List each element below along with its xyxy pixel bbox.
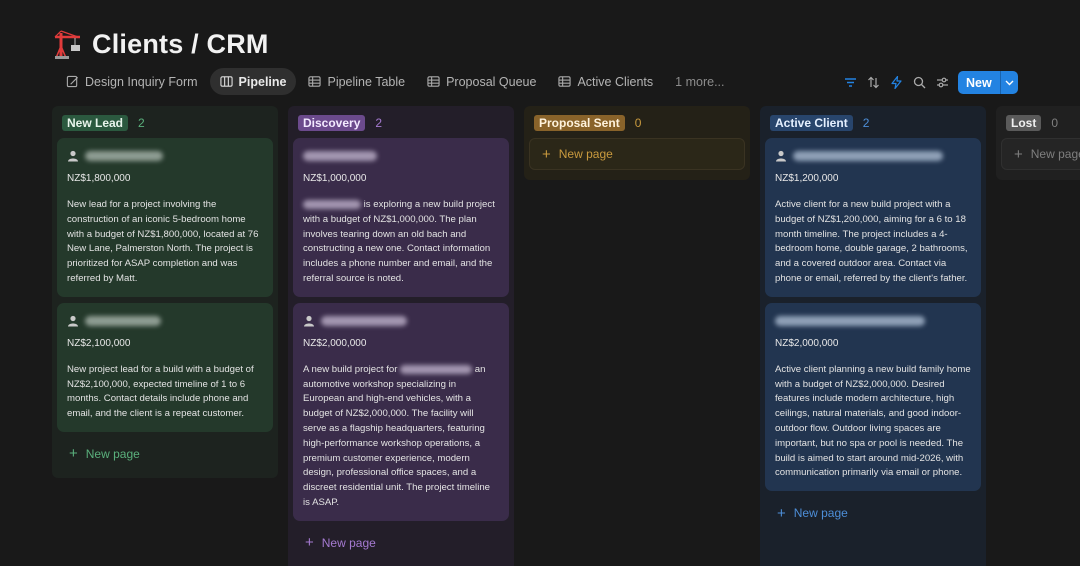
tab-pipeline[interactable]: Pipeline (209, 68, 297, 95)
card-name (303, 312, 499, 330)
new-page-label: New page (793, 506, 848, 521)
view-tabs: Design Inquiry Form Pipeline Pipeline Ta… (56, 68, 735, 95)
tab-label: Pipeline Table (327, 74, 406, 89)
automation-icon[interactable] (888, 71, 904, 93)
settings-icon[interactable] (934, 71, 950, 93)
column-count: 2 (862, 115, 870, 130)
redacted-name (400, 364, 473, 374)
redacted-name (303, 151, 377, 161)
new-page-button[interactable]: + New page (765, 497, 981, 529)
card[interactable]: NZ$1,200,000 Active client for a new bui… (765, 138, 981, 297)
column-count: 2 (375, 115, 383, 130)
new-page-label: New page (321, 535, 376, 550)
table-icon (427, 76, 440, 87)
sort-icon[interactable] (865, 71, 881, 93)
card[interactable]: NZ$2,000,000 Active client planning a ne… (765, 302, 981, 492)
card-price: NZ$2,000,000 (303, 337, 367, 349)
card[interactable]: NZ$1,800,000 New lead for a project invo… (57, 138, 273, 297)
card-name (67, 312, 263, 330)
card-name (303, 147, 499, 165)
plus-icon: + (1014, 145, 1023, 163)
column-count: 2 (138, 115, 145, 130)
new-page-button[interactable]: + New page (529, 138, 745, 170)
new-page-label: New page (85, 446, 140, 461)
column-new-lead: New Lead 2 NZ$1,800,000 New lead for a p… (52, 106, 278, 478)
card-price: NZ$1,800,000 (67, 173, 131, 184)
search-icon[interactable] (911, 71, 927, 93)
plus-icon: + (777, 504, 786, 522)
view-toolbar (842, 71, 950, 93)
redacted-name (85, 315, 161, 326)
card[interactable]: NZ$1,000,000 is exploring a new build pr… (293, 138, 509, 297)
table-icon (308, 76, 322, 87)
card-description: is exploring a new build project with a … (303, 199, 495, 284)
card-description: Active client planning a new build famil… (775, 363, 971, 479)
crane-icon (54, 30, 80, 59)
tab-label: Active Clients (577, 74, 654, 89)
redacted-name (303, 199, 361, 209)
plus-icon: + (305, 534, 314, 552)
new-page-label: New page (558, 147, 613, 161)
new-button-group: New (958, 71, 1018, 94)
card-description: A new build project for an automotive wo… (303, 363, 490, 508)
new-page-button[interactable]: + New page (57, 438, 273, 470)
card[interactable]: NZ$2,100,000 New project lead for a buil… (57, 302, 273, 432)
status-badge[interactable]: Active Client (770, 114, 853, 131)
tab-label: Pipeline (238, 74, 287, 89)
plus-icon: + (69, 445, 78, 463)
column-discovery: Discovery 2 NZ$1,000,000 is exploring a … (288, 106, 514, 566)
tab-label: Design Inquiry Form (85, 74, 198, 89)
card-description: New lead for a project involving the con… (67, 199, 259, 284)
card-name (775, 312, 971, 330)
tab-label: Proposal Queue (446, 74, 537, 89)
page-title: Clients / CRM (92, 28, 269, 59)
card-description: New project lead for a build with a budg… (67, 363, 254, 420)
column-lost: Lost 0 + New page (996, 106, 1080, 180)
status-badge[interactable]: Proposal Sent (534, 114, 625, 131)
new-button[interactable]: New (958, 71, 1000, 94)
person-icon (304, 315, 314, 327)
page-header: Clients / CRM (52, 28, 269, 60)
column-active-client: Active Client 2 NZ$1,200,000 Active clie… (760, 106, 986, 566)
card-price: NZ$1,200,000 (775, 173, 839, 184)
column-count: 0 (634, 115, 642, 130)
redacted-name (793, 151, 943, 161)
card-name (67, 147, 263, 165)
person-icon (68, 315, 78, 327)
form-icon (66, 75, 79, 88)
tab-active-clients[interactable]: Active Clients (548, 68, 663, 95)
redacted-name (85, 151, 163, 161)
card-name (775, 147, 971, 165)
status-badge[interactable]: Discovery (298, 114, 366, 131)
card[interactable]: NZ$2,000,000 A new build project for an … (293, 302, 509, 521)
tab-pipeline-table[interactable]: Pipeline Table (298, 68, 415, 95)
card-description: Active client for a new build project wi… (775, 199, 968, 284)
new-page-label: New page (1030, 147, 1080, 161)
redacted-name (321, 315, 407, 326)
new-page-button[interactable]: + New page (1001, 138, 1080, 170)
tab-proposal-queue[interactable]: Proposal Queue (417, 68, 546, 95)
tab-design-inquiry-form[interactable]: Design Inquiry Form (56, 68, 208, 95)
redacted-name (775, 315, 925, 326)
person-icon (68, 150, 78, 162)
card-price: NZ$1,000,000 (303, 173, 367, 184)
plus-icon: + (542, 145, 551, 163)
table-icon (558, 76, 572, 87)
column-proposal-sent: Proposal Sent 0 + New page (524, 106, 750, 180)
tab-label: 1 more... (675, 74, 725, 89)
tab-more[interactable]: 1 more... (665, 68, 734, 95)
chevron-down-icon[interactable] (999, 71, 1018, 94)
filter-icon[interactable] (842, 71, 858, 93)
board-icon (219, 76, 233, 87)
column-count: 0 (1051, 115, 1059, 130)
person-icon (776, 150, 786, 162)
card-price: NZ$2,000,000 (775, 337, 839, 349)
status-badge[interactable]: New Lead (62, 114, 129, 131)
card-price: NZ$2,100,000 (67, 337, 131, 349)
status-badge[interactable]: Lost (1006, 114, 1042, 131)
new-page-button[interactable]: + New page (293, 527, 509, 559)
